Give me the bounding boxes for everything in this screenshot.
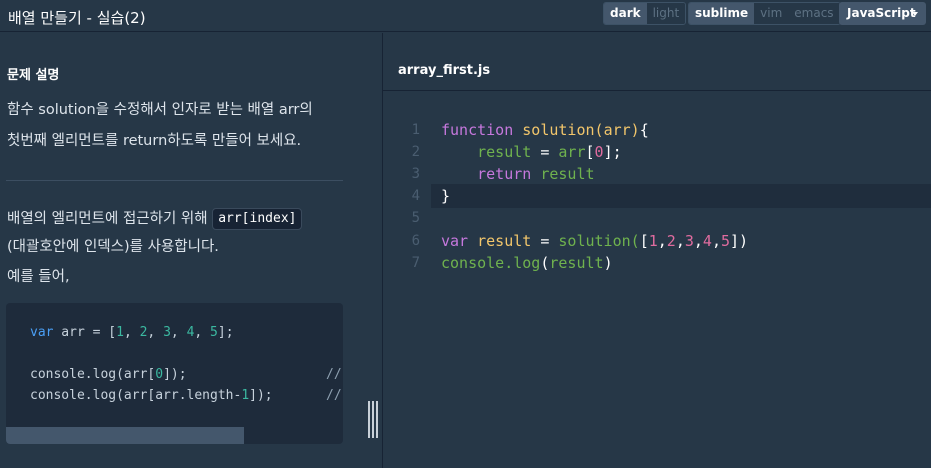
section-divider (6, 180, 343, 181)
page-title: 배열 만들기 - 실습(2) (8, 9, 146, 27)
hint-line-1: 배열의 엘리먼트에 접근하기 위해 arr[index] (7, 205, 303, 233)
active-line-highlight (431, 184, 931, 208)
caret-down-icon (912, 12, 918, 16)
problem-panel: 문제 설명 함수 solution을 수정해서 인자로 받는 배열 arr의 첫… (0, 33, 382, 468)
hint-line-3: 예를 들어, (7, 269, 70, 285)
example-comment-2: // (326, 388, 342, 403)
keymap-emacs-button[interactable]: emacs (788, 3, 840, 24)
example-line-4: console.log(arr[arr.length-1]); (30, 388, 273, 403)
keymap-vim-button[interactable]: vim (754, 3, 789, 24)
section-title: 문제 설명 (7, 68, 60, 83)
horizontal-scrollbar[interactable] (6, 427, 244, 444)
language-label: JavaScript (847, 6, 916, 20)
line-number: 4 (411, 188, 420, 204)
example-comment-1: // (326, 367, 342, 382)
code-line-7[interactable]: console.log(result) (441, 252, 613, 274)
theme-light-button[interactable]: light (646, 3, 686, 24)
line-number: 3 (411, 166, 420, 182)
example-code-block: var arr = [1, 2, 3, 4, 5]; console.log(a… (6, 303, 343, 444)
inline-code: arr[index] (212, 208, 303, 230)
line-number: 5 (411, 210, 420, 226)
keymap-sublime-button[interactable]: sublime (689, 3, 755, 24)
code-line-6[interactable]: var result = solution([1,2,3,4,5]) (441, 230, 748, 252)
top-bar: 배열 만들기 - 실습(2) dark light sublime vim em… (0, 0, 931, 32)
code-line-2[interactable]: result = arr[0]; (441, 141, 622, 163)
file-name: array_first.js (398, 63, 491, 78)
theme-toggle: dark light (603, 2, 687, 25)
hint-line-2: (대괄호안에 인덱스)를 사용합니다. (7, 239, 219, 255)
line-number: 2 (411, 144, 420, 160)
keymap-toggle: sublime vim emacs (688, 2, 841, 25)
theme-dark-button[interactable]: dark (604, 3, 647, 24)
code-line-3[interactable]: return result (441, 163, 594, 185)
description-line-1: 함수 solution을 수정해서 인자로 받는 배열 arr의 (7, 102, 313, 118)
line-number: 7 (411, 255, 420, 271)
hint-prefix: 배열의 엘리먼트에 접근하기 위해 (7, 211, 213, 227)
language-dropdown[interactable]: JavaScript (839, 2, 926, 25)
description-line-2: 첫번째 엘리먼트를 return하도록 만들어 보세요. (7, 133, 302, 149)
code-line-4[interactable]: } (441, 185, 450, 207)
file-tab: array_first.js (383, 33, 931, 91)
code-line-1[interactable]: function solution(arr){ (441, 119, 649, 141)
code-editor[interactable]: array_first.js 1 2 3 4 5 6 7 function so… (383, 33, 931, 468)
resize-handle[interactable] (368, 401, 379, 438)
line-number: 1 (411, 122, 420, 138)
line-number: 6 (411, 233, 420, 249)
example-line-1: var arr = [1, 2, 3, 4, 5]; (30, 325, 234, 340)
example-line-3: console.log(arr[0]); (30, 367, 187, 382)
